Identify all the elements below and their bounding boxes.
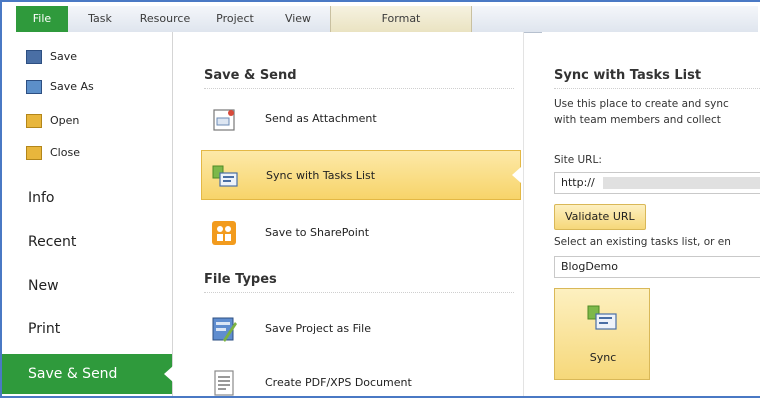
send-as-attachment-label: Send as Attachment: [265, 112, 377, 125]
file-types-heading: File Types: [204, 272, 277, 287]
create-pdf-xps-label: Create PDF/XPS Document: [265, 376, 412, 389]
save-to-sharepoint-option[interactable]: Save to SharePoint: [201, 208, 521, 258]
site-url-label: Site URL:: [554, 154, 602, 166]
sync-tasks-icon: [212, 165, 238, 187]
attachment-icon: [213, 109, 235, 131]
open-folder-icon: [26, 114, 42, 128]
sync-with-tasks-list-label: Sync with Tasks List: [266, 169, 376, 182]
nav-save-send[interactable]: Save & Send: [2, 354, 173, 394]
sync-button-label: Sync: [589, 351, 617, 364]
save-send-column: Save & Send Send as Attachment Sync with…: [173, 32, 524, 396]
save-project-icon: [212, 317, 237, 342]
nav-info[interactable]: Info: [16, 178, 172, 218]
backstage-nav: Save Save As Open Close Info Recent New …: [2, 32, 173, 396]
save-command[interactable]: Save: [26, 46, 77, 68]
close-folder-icon: [26, 146, 42, 160]
close-command[interactable]: Close: [26, 142, 80, 164]
save-project-as-file-label: Save Project as File: [265, 322, 372, 335]
backstage-window: File Task Resource Project View Format S…: [0, 0, 760, 398]
nav-print[interactable]: Print: [16, 309, 172, 349]
divider: [554, 88, 760, 89]
tab-file[interactable]: File: [16, 6, 68, 32]
tab-task[interactable]: Task: [76, 6, 124, 32]
pdf-document-icon: [214, 370, 234, 396]
sync-panel-title: Sync with Tasks List: [554, 68, 702, 83]
tab-view[interactable]: View: [270, 6, 326, 32]
description-line-2: with team members and collect: [554, 114, 721, 126]
save-to-sharepoint-label: Save to SharePoint: [265, 226, 370, 239]
sync-tasks-icon: [587, 305, 617, 330]
save-as-command[interactable]: Save As: [26, 76, 94, 98]
description-line-1: Use this place to create and sync: [554, 98, 729, 110]
tasks-list-input[interactable]: BlogDemo: [554, 256, 760, 278]
send-as-attachment-option[interactable]: Send as Attachment: [201, 94, 521, 144]
close-label: Close: [50, 146, 80, 159]
save-icon: [26, 50, 42, 64]
nav-new[interactable]: New: [16, 266, 172, 306]
site-url-input[interactable]: http://: [554, 172, 760, 194]
tab-resource[interactable]: Resource: [130, 6, 200, 32]
nav-recent[interactable]: Recent: [16, 222, 172, 262]
tasks-list-label: Select an existing tasks list, or en: [554, 236, 731, 248]
sharepoint-icon: [212, 221, 236, 245]
site-url-value: http://: [561, 176, 595, 189]
sync-panel-description: Use this place to create and sync with t…: [554, 96, 760, 128]
sync-with-tasks-list-option[interactable]: Sync with Tasks List: [201, 150, 521, 200]
save-send-heading: Save & Send: [204, 68, 297, 83]
save-project-as-file-option[interactable]: Save Project as File: [201, 304, 521, 354]
open-label: Open: [50, 114, 80, 127]
tab-project[interactable]: Project: [202, 6, 268, 32]
save-label: Save: [50, 50, 78, 63]
create-pdf-xps-option[interactable]: Create PDF/XPS Document: [201, 358, 521, 396]
sync-panel: Sync with Tasks List Use this place to c…: [542, 32, 760, 396]
divider: [204, 292, 514, 293]
tab-format[interactable]: Format: [330, 6, 472, 32]
ribbon-tab-bar: File Task Resource Project View Format: [16, 6, 758, 33]
validate-url-button[interactable]: Validate URL: [554, 204, 646, 230]
sync-button[interactable]: Sync: [554, 288, 650, 380]
divider: [204, 88, 514, 89]
open-command[interactable]: Open: [26, 110, 79, 132]
save-as-label: Save As: [50, 80, 94, 93]
redacted-url: [603, 177, 760, 189]
save-as-icon: [26, 80, 42, 94]
